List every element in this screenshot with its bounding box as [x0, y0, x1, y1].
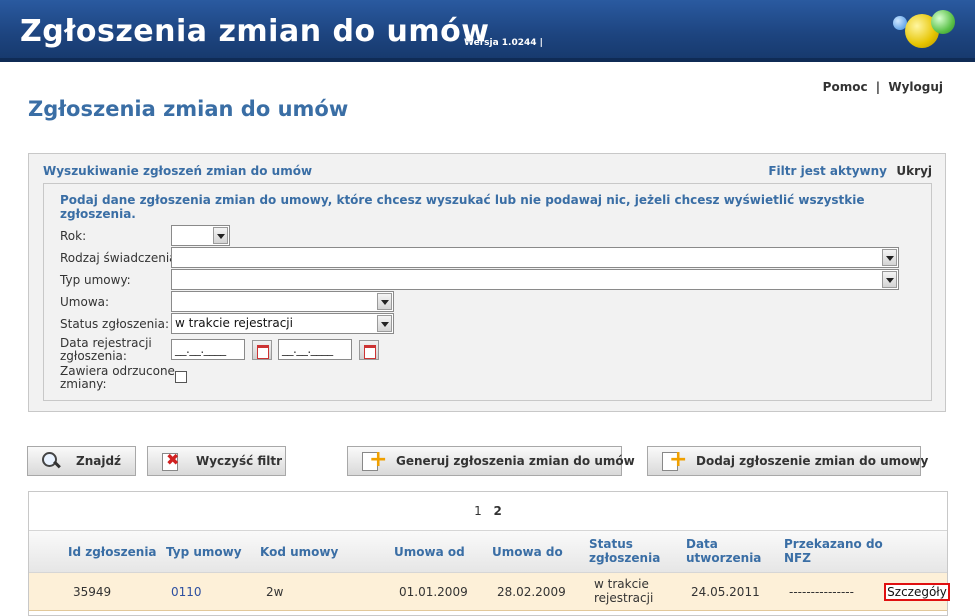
generate-button-label: Generuj zgłoszenia zmian do umów: [396, 454, 635, 468]
col-id[interactable]: Id zgłoszenia: [68, 545, 157, 559]
contract-type-label: Typ umowy:: [60, 273, 131, 287]
calendar-icon[interactable]: [252, 340, 272, 360]
col-from[interactable]: Umowa od: [394, 545, 465, 559]
col-created-line2: utworzenia: [686, 551, 762, 565]
cell-nfz: ---------------: [789, 585, 854, 599]
top-links: Pomoc | Wyloguj: [823, 80, 943, 94]
date-to-input[interactable]: __.__.____: [278, 339, 352, 360]
contract-select[interactable]: [171, 291, 394, 312]
chevron-down-icon: [213, 227, 228, 244]
cell-type[interactable]: 0110: [171, 585, 202, 599]
generate-button[interactable]: Generuj zgłoszenia zmian do umów: [347, 446, 635, 476]
chevron-down-icon: [377, 315, 392, 332]
add-document-icon: [660, 447, 687, 473]
reg-date-label-line2: zgłoszenia:: [60, 349, 127, 363]
details-button[interactable]: Szczegóły: [884, 583, 950, 601]
cell-created: 24.05.2011: [691, 585, 760, 599]
col-created-line1: Data: [686, 537, 718, 551]
chevron-down-icon: [882, 271, 897, 288]
filter-panel: Wyszukiwanie zgłoszeń zmian do umów Filt…: [28, 153, 946, 412]
add-document-icon: [360, 447, 387, 473]
clear-filter-button-label: Wyczyść filtr: [196, 454, 283, 468]
find-button[interactable]: Znajdź: [27, 446, 136, 476]
year-select[interactable]: [171, 225, 230, 246]
date-from-input[interactable]: __.__.____: [171, 339, 245, 360]
cell-to: 28.02.2009: [497, 585, 566, 599]
cell-status-line1: w trakcie: [594, 577, 649, 591]
calendar-icon[interactable]: [359, 340, 379, 360]
cell-from: 01.01.2009: [399, 585, 468, 599]
add-change-button-label: Dodaj zgłoszenie zmian do umowy: [696, 454, 929, 468]
benefit-select[interactable]: [171, 247, 899, 268]
find-button-label: Znajdź: [76, 454, 122, 468]
pager-page-1[interactable]: 1: [474, 504, 482, 518]
table-header: Id zgłoszenia Typ umowy Kod umowy Umowa …: [29, 530, 947, 573]
help-link[interactable]: Pomoc: [823, 80, 868, 94]
benefit-label: Rodzaj świadczenia:: [60, 251, 181, 265]
logout-link[interactable]: Wyloguj: [888, 80, 943, 94]
pager-page-2: 2: [493, 504, 502, 518]
col-status[interactable]: Status zgłoszenia: [589, 537, 660, 565]
col-nfz-line2: NFZ: [784, 551, 811, 565]
filter-hint: Podaj dane zgłoszenia zmian do umowy, kt…: [60, 193, 865, 221]
add-change-button[interactable]: Dodaj zgłoszenie zmian do umowy: [647, 446, 928, 476]
chevron-down-icon: [377, 293, 392, 310]
clear-icon: [160, 449, 182, 471]
cell-code: 2w: [266, 585, 284, 599]
cell-status-line2: rejestracji: [594, 591, 654, 605]
top-links-separator: |: [875, 80, 881, 94]
clear-filter-button[interactable]: Wyczyść filtr: [147, 446, 286, 476]
filter-title: Wyszukiwanie zgłoszeń zmian do umów: [43, 164, 313, 178]
cell-id: 35949: [73, 585, 112, 599]
filter-status: Filtr jest aktywny: [768, 164, 887, 178]
app-title: Zgłoszenia zmian do umów: [20, 14, 490, 49]
rejected-label-line2: zmiany:: [60, 377, 107, 391]
contract-type-select[interactable]: [171, 269, 899, 290]
app-header: Zgłoszenia zmian do umów Wersja 1.0244 |: [0, 0, 975, 62]
col-type[interactable]: Typ umowy: [166, 545, 242, 559]
col-nfz[interactable]: Przekazano do NFZ: [784, 537, 883, 565]
pager: 1 2: [29, 504, 947, 518]
table-row: 35949 0110 2w 01.01.2009 28.02.2009 w tr…: [29, 573, 950, 611]
filter-hide-link[interactable]: Ukryj: [896, 164, 932, 178]
reg-date-label: Data rejestracji zgłoszenia:: [60, 337, 152, 363]
year-label: Rok:: [60, 229, 87, 243]
col-nfz-line1: Przekazano do: [784, 537, 883, 551]
chevron-down-icon: [882, 249, 897, 266]
status-value: w trakcie rejestracji: [175, 316, 293, 330]
logo-icon: [893, 10, 955, 50]
status-select[interactable]: w trakcie rejestracji: [171, 313, 394, 334]
status-label: Status zgłoszenia:: [60, 317, 169, 331]
search-icon: [40, 451, 62, 471]
cell-status: w trakcie rejestracji: [594, 577, 653, 605]
page-title: Zgłoszenia zmian do umów: [28, 97, 349, 121]
rejected-label: Zawiera odrzucone zmiany:: [60, 365, 175, 391]
col-status-line2: zgłoszenia: [589, 551, 661, 565]
rejected-checkbox[interactable]: [175, 371, 187, 383]
col-status-line1: Status: [589, 537, 633, 551]
filter-form: Podaj dane zgłoszenia zmian do umowy, kt…: [43, 183, 932, 401]
col-to[interactable]: Umowa do: [492, 545, 563, 559]
col-code[interactable]: Kod umowy: [260, 545, 338, 559]
col-created[interactable]: Data utworzenia: [686, 537, 761, 565]
results-table: 1 2 Id zgłoszenia Typ umowy Kod umowy Um…: [28, 491, 950, 616]
contract-label: Umowa:: [60, 295, 110, 309]
app-version: Wersja 1.0244 |: [464, 38, 543, 48]
